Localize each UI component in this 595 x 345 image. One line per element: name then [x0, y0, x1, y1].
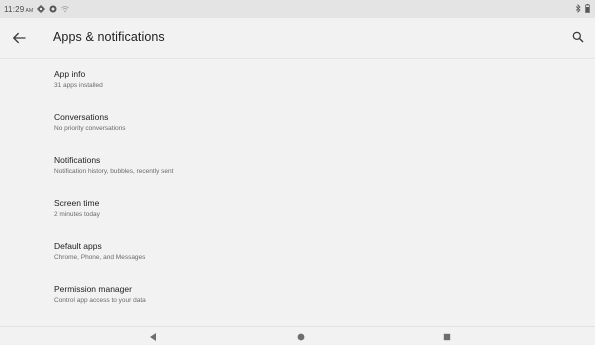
settings-item-subtitle: Notification history, bubbles, recently … [54, 168, 174, 175]
settings-item-permission-manager[interactable]: Permission manager Control app access to… [0, 274, 595, 317]
settings-item-subtitle: Control app access to your data [54, 297, 146, 304]
settings-item-subtitle: No priority conversations [54, 125, 126, 132]
home-circle-icon[interactable] [296, 332, 306, 342]
navigation-bar [0, 326, 595, 345]
settings-item-app-info[interactable]: App info 31 apps installed [0, 59, 595, 102]
settings-item-subtitle: Chrome, Phone, and Messages [54, 254, 146, 261]
recents-square-icon[interactable] [442, 332, 452, 342]
page-title: Apps & notifications [53, 30, 165, 44]
bluetooth-icon [575, 4, 581, 13]
settings-item-subtitle: 31 apps installed [54, 82, 103, 89]
shield-icon [49, 5, 57, 13]
app-bar: Apps & notifications [0, 18, 595, 59]
status-icons-right [575, 4, 590, 13]
settings-list: App info 31 apps installed Conversations… [0, 59, 595, 317]
settings-item-title: Screen time [54, 198, 100, 208]
search-icon[interactable] [571, 30, 585, 44]
settings-item-title: Permission manager [54, 284, 132, 294]
settings-item-title: Default apps [54, 241, 102, 251]
status-time-value: 11:29 [4, 4, 25, 14]
settings-item-title: App info [54, 69, 86, 79]
settings-item-title: Conversations [54, 112, 109, 122]
settings-gear-icon [37, 5, 46, 13]
arrow-back-icon[interactable] [10, 29, 28, 47]
wifi-icon [61, 6, 70, 12]
settings-item-title: Notifications [54, 155, 101, 165]
settings-item-default-apps[interactable]: Default apps Chrome, Phone, and Messages [0, 231, 595, 274]
settings-item-notifications[interactable]: Notifications Notification history, bubb… [0, 145, 595, 188]
battery-icon [585, 4, 590, 13]
status-time: 11:29AM [4, 5, 33, 14]
back-triangle-icon[interactable] [148, 332, 158, 342]
status-bar: 11:29AM [0, 0, 595, 18]
settings-item-subtitle: 2 minutes today [54, 211, 100, 218]
android-settings-screen: 11:29AM Apps & notifications App info 31… [0, 0, 595, 345]
settings-item-screen-time[interactable]: Screen time 2 minutes today [0, 188, 595, 231]
settings-item-conversations[interactable]: Conversations No priority conversations [0, 102, 595, 145]
status-icons-left [37, 5, 70, 13]
status-time-ampm: AM [25, 7, 34, 14]
